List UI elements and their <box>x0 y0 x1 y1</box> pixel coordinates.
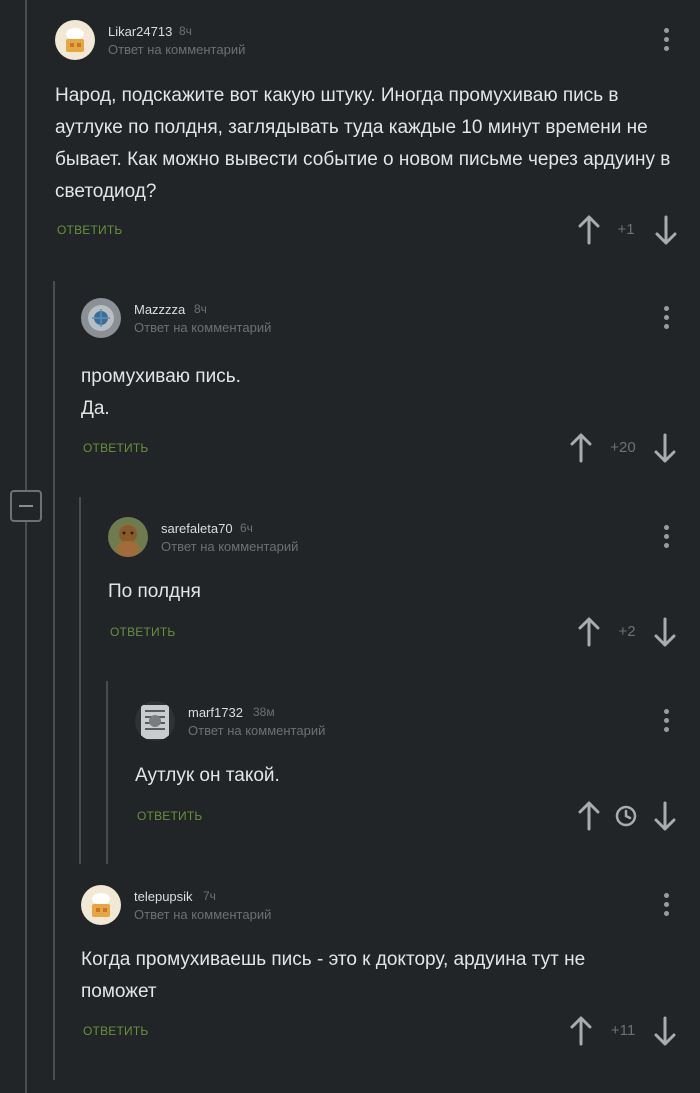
downvote-arrow-icon[interactable] <box>654 215 678 245</box>
upvote-arrow-icon[interactable] <box>577 215 601 245</box>
comment-text: Народ, подскажите вот какую штуку. Иногд… <box>55 85 671 202</box>
avatar[interactable] <box>108 517 148 557</box>
downvote-arrow-icon[interactable] <box>653 433 677 463</box>
vote-controls: +20 <box>569 433 685 467</box>
avatar[interactable] <box>55 20 95 60</box>
reply-button[interactable]: ОТВЕТИТЬ <box>83 1024 148 1038</box>
username[interactable]: Mazzzza <box>134 302 185 317</box>
avatar[interactable] <box>135 701 175 741</box>
thread-line <box>25 0 27 1093</box>
avatar[interactable] <box>81 885 121 925</box>
username[interactable]: telepupsik <box>134 889 193 904</box>
upvote-arrow-icon[interactable] <box>577 801 601 831</box>
reply-to-link[interactable]: Ответ на комментарий <box>134 907 271 922</box>
more-options-icon[interactable] <box>656 707 676 735</box>
comment: Mazzzza 8ч Ответ на комментарий промухив… <box>81 298 685 468</box>
comment-text: По полдня <box>108 581 201 602</box>
comment: Likar24713 8ч Ответ на комментарий Народ… <box>55 20 685 250</box>
avatar[interactable] <box>81 298 121 338</box>
comment: telepupsik 7ч Ответ на комментарий Когда… <box>81 885 685 1055</box>
vote-score: +1 <box>617 221 635 238</box>
vote-controls: +11 <box>569 1016 685 1050</box>
vote-score: +20 <box>610 439 636 456</box>
comment-text: Когда промухиваешь пись - это к доктору,… <box>81 949 586 1002</box>
reply-to-link[interactable]: Ответ на комментарий <box>108 42 245 57</box>
vote-controls: +1 <box>577 215 683 249</box>
more-options-icon[interactable] <box>656 304 676 332</box>
more-options-icon[interactable] <box>656 523 676 551</box>
downvote-arrow-icon[interactable] <box>653 801 677 831</box>
comment-time: 7ч <box>203 889 216 903</box>
username[interactable]: Likar24713 <box>108 24 172 39</box>
comment-time: 38м <box>253 705 275 719</box>
username[interactable]: marf1732 <box>188 705 243 720</box>
reply-to-link[interactable]: Ответ на комментарий <box>134 320 271 335</box>
clock-icon <box>615 805 637 827</box>
vote-controls: +2 <box>577 617 685 651</box>
upvote-arrow-icon[interactable] <box>569 1016 593 1046</box>
thread-line <box>106 681 108 864</box>
reply-to-link[interactable]: Ответ на комментарий <box>188 723 325 738</box>
vote-score: +11 <box>610 1022 636 1039</box>
reply-to-link[interactable]: Ответ на комментарий <box>161 539 298 554</box>
reply-button[interactable]: ОТВЕТИТЬ <box>57 223 122 237</box>
comment-text: Аутлук он такой. <box>135 765 280 786</box>
comment-time: 6ч <box>240 521 253 535</box>
reply-button[interactable]: ОТВЕТИТЬ <box>83 441 148 455</box>
username[interactable]: sarefaleta70 <box>161 521 233 536</box>
comment-time: 8ч <box>194 302 207 316</box>
thread-line <box>53 281 55 1080</box>
vote-score: +2 <box>618 623 636 640</box>
downvote-arrow-icon[interactable] <box>653 617 677 647</box>
comment-text: промухиваю пись. Да. <box>81 366 241 419</box>
more-options-icon[interactable] <box>656 891 676 919</box>
upvote-arrow-icon[interactable] <box>569 433 593 463</box>
reply-button[interactable]: ОТВЕТИТЬ <box>137 809 202 823</box>
collapse-thread-button[interactable] <box>10 490 42 522</box>
more-options-icon[interactable] <box>656 26 676 54</box>
comment: marf1732 38м Ответ на комментарий Аутлук… <box>135 701 685 841</box>
vote-controls <box>577 801 685 835</box>
reply-button[interactable]: ОТВЕТИТЬ <box>110 625 175 639</box>
comment-time: 8ч <box>179 24 192 38</box>
downvote-arrow-icon[interactable] <box>653 1016 677 1046</box>
comment: sarefaleta70 6ч Ответ на комментарий По … <box>108 517 685 657</box>
upvote-arrow-icon[interactable] <box>577 617 601 647</box>
thread-line <box>79 497 81 864</box>
